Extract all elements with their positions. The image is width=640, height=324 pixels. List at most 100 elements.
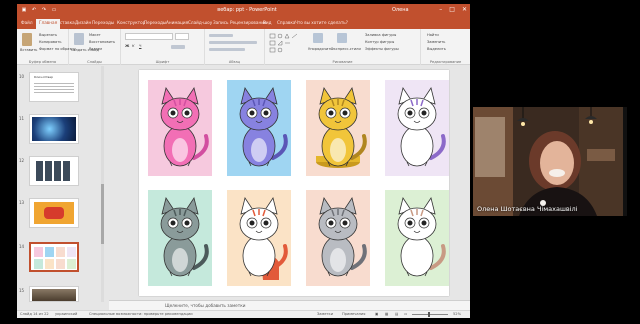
bold-icon[interactable]: Ж [125, 44, 129, 48]
cat-card[interactable] [385, 80, 449, 176]
ribbon-tab[interactable]: Справка [277, 20, 295, 25]
arrange-icon[interactable] [313, 33, 323, 43]
thumbnail-cat [56, 259, 65, 269]
maximize-button[interactable]: □ [449, 6, 455, 13]
select-button[interactable]: Выделить [427, 47, 446, 51]
comments-toggle-button[interactable]: Примечания [342, 312, 365, 316]
paste-icon[interactable] [22, 33, 32, 46]
thumbnail-image [36, 161, 72, 181]
shape-fill-button[interactable]: Заливка фигуры [365, 33, 396, 37]
ribbon-tab[interactable]: Рецензирование [230, 20, 267, 25]
cat-card[interactable] [306, 190, 370, 286]
accessibility-status[interactable]: Специальные возможности: проверьте реком… [89, 312, 193, 316]
thumbnails-scrollbar[interactable] [101, 66, 104, 302]
reading-view-icon[interactable]: ▤ [395, 312, 398, 316]
ribbon-tab[interactable]: Файл [21, 20, 33, 25]
sorter-view-icon[interactable]: ▦ [385, 312, 388, 316]
slide-thumbnails-pane: 10 Ключ-Отвер 11 12 13 14 15 [17, 66, 109, 302]
cut-button[interactable]: Вырезать [39, 33, 57, 37]
undo-icon[interactable]: ↶ [31, 7, 37, 13]
shape-outline-button[interactable]: Контур фигуры [365, 40, 394, 44]
thumbnail-shape [44, 207, 64, 219]
font-group: Ж К Ч Шрифт [121, 29, 205, 65]
ribbon-tab[interactable]: Запись [213, 20, 228, 25]
group-label: Шрифт [155, 60, 170, 64]
underline-icon[interactable]: Ч [139, 44, 141, 48]
slide-thumbnail[interactable] [29, 242, 79, 272]
font-name-box[interactable] [125, 33, 173, 40]
cat-card[interactable] [227, 190, 291, 286]
slide-thumbnail[interactable] [29, 286, 79, 302]
save-icon[interactable]: ▣ [21, 7, 27, 13]
cat-illustration [227, 80, 291, 176]
slide-thumbnail[interactable] [29, 198, 79, 228]
slide-thumbnail[interactable] [29, 156, 79, 186]
user-name[interactable]: Олена [392, 7, 409, 13]
ribbon-tab[interactable]: Дизайн [75, 20, 91, 25]
language-indicator[interactable]: украинский [55, 312, 77, 316]
group-label: Буфер обмена [28, 60, 57, 64]
thumbnail-image [32, 117, 76, 141]
cat-illustration [148, 190, 212, 286]
drawing-group: Упорядочить Экспресс-стили Заливка фигур… [265, 29, 421, 65]
replace-button[interactable]: Заменить [427, 40, 445, 44]
ribbon-tab[interactable]: Конструктор [117, 20, 145, 25]
cat-card[interactable] [385, 190, 449, 286]
copy-button[interactable]: Копировать [39, 40, 61, 44]
present-icon[interactable]: ▭ [51, 7, 57, 13]
normal-view-icon[interactable]: ▣ [375, 312, 378, 316]
quick-styles-icon[interactable] [337, 33, 347, 43]
find-button[interactable]: Найти [427, 33, 439, 37]
group-label: Рисование [332, 60, 353, 64]
arrange-button[interactable]: Упорядочить [308, 47, 333, 51]
zoom-slider-thumb[interactable] [428, 312, 430, 317]
paste-button[interactable]: Вставить [20, 48, 37, 52]
close-button[interactable]: ✕ [462, 6, 467, 13]
list-icon[interactable] [209, 34, 233, 37]
layout-button[interactable]: Макет [89, 33, 101, 37]
reset-button[interactable]: Восстановить [89, 40, 115, 44]
paragraph-group: Абзац [205, 29, 265, 65]
cat-card[interactable] [148, 190, 212, 286]
font-color-icon[interactable] [171, 45, 185, 49]
new-slide-icon[interactable] [74, 33, 84, 45]
group-label: Абзац [228, 60, 241, 64]
notes-toggle-button[interactable]: Заметки [317, 312, 333, 316]
italic-icon[interactable]: К [132, 44, 135, 48]
cat-card[interactable] [148, 80, 212, 176]
cat-illustration [306, 190, 370, 286]
thumbnail-cat [67, 247, 76, 257]
section-button[interactable]: Раздел [89, 47, 102, 51]
webcam-caption: Олена Шотаєвна Чімахашвілі [477, 205, 578, 213]
ribbon-tab[interactable]: Слайд-шоу [188, 20, 212, 25]
cat-illustration [385, 80, 449, 176]
zoom-slider[interactable] [412, 312, 448, 317]
shape-effects-button[interactable]: Эффекты фигуры [365, 47, 399, 51]
slide-thumbnail[interactable]: Ключ-Отвер [29, 72, 79, 102]
ribbon-tab[interactable]: Переходы [92, 20, 114, 25]
cat-card[interactable] [306, 80, 370, 176]
ribbon-tab[interactable]: Анимация [166, 20, 188, 25]
redo-icon[interactable]: ↷ [41, 7, 47, 13]
spacing-icon[interactable] [209, 48, 245, 51]
thumbnail-caption: Ключ-Отвер [34, 75, 54, 79]
scrollbar-thumb[interactable] [101, 184, 104, 244]
slide-number: 15 [19, 288, 25, 293]
ribbon-tab[interactable]: Переходы [144, 20, 166, 25]
slide-thumbnail[interactable] [29, 114, 79, 144]
quick-styles-button[interactable]: Экспресс-стили [331, 47, 361, 51]
slide-number: 14 [19, 244, 25, 249]
slideshow-view-icon[interactable]: ▭ [404, 312, 407, 316]
minimize-button[interactable]: – [439, 6, 442, 13]
shapes-gallery-icon[interactable] [269, 33, 309, 53]
notes-pane[interactable]: Щелкните, чтобы добавить заметки [109, 300, 470, 310]
zoom-level[interactable]: 52% [453, 312, 461, 316]
ribbon-tab[interactable]: Вид [263, 20, 272, 25]
font-size-box[interactable] [175, 33, 189, 40]
current-slide[interactable] [139, 70, 449, 296]
ribbon-tab[interactable]: Вставка [57, 20, 75, 25]
cat-illustration [306, 80, 370, 176]
align-icon[interactable] [209, 41, 257, 44]
ribbon-tab[interactable]: Что вы хотите сделать? [295, 20, 348, 25]
cat-card[interactable] [227, 80, 291, 176]
